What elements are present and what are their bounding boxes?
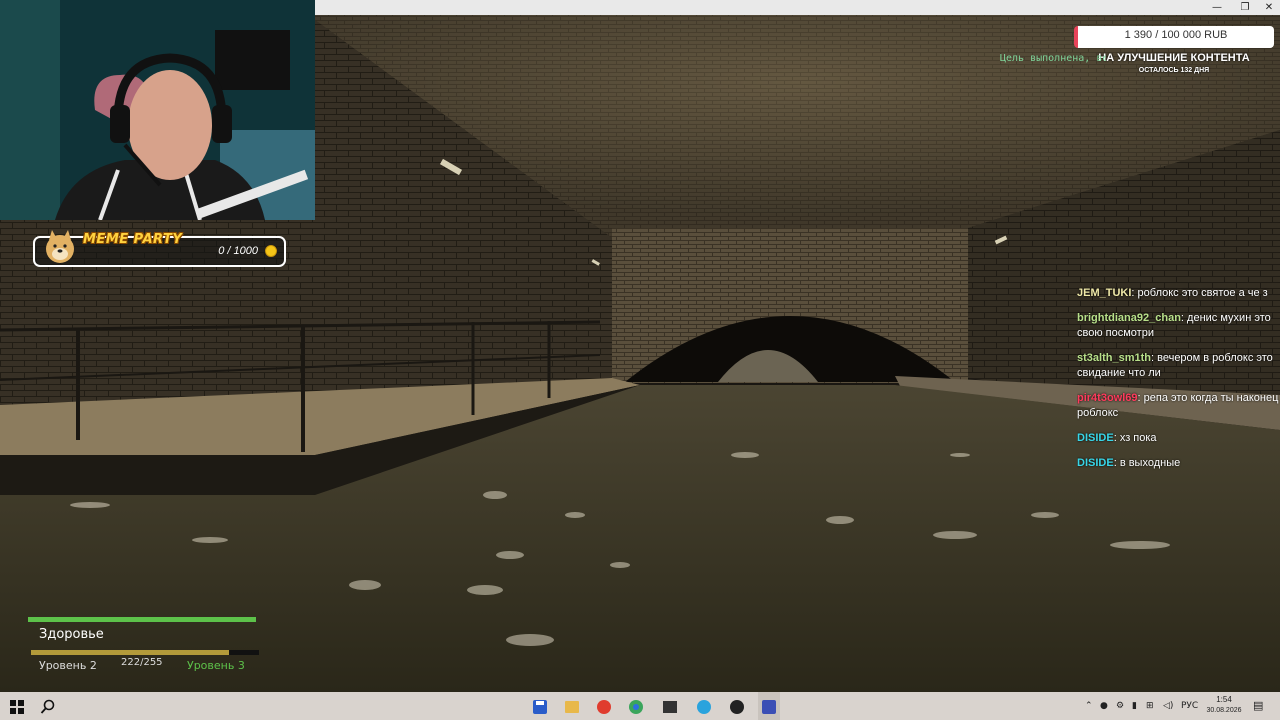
search-icon: [40, 699, 55, 714]
obs-icon: [730, 699, 744, 714]
next-level: Уровень 3: [187, 659, 245, 672]
chat-nick[interactable]: st3alth_sm1th: [1077, 352, 1151, 364]
windows-taskbar: ⌃ ● ⚙ ▮ ⊞ ◁) РУС 1:54 30.08.2026 ▤: [0, 692, 1280, 720]
chat-nick[interactable]: brightdiana92_chan: [1077, 312, 1181, 324]
chat-message: DISIDE: хз пока: [1077, 431, 1280, 446]
donation-amount: 1 390 / 100 000 RUB: [1124, 29, 1228, 41]
windows-icon: [10, 699, 24, 714]
chat-nick[interactable]: DISIDE: [1077, 432, 1114, 444]
coin-icon: [265, 245, 277, 257]
taskbar-app-yandex[interactable]: [594, 692, 614, 720]
stream-chat: JEM_TUKI: роблокс это святое а че з brigh…: [1077, 286, 1280, 500]
taskbar-app-save[interactable]: [530, 692, 550, 720]
chat-message: JEM_TUKI: роблокс это святое а че з: [1077, 286, 1280, 301]
chat-nick[interactable]: DISIDE: [1077, 457, 1114, 469]
app-icon: [762, 699, 776, 714]
player-hud: Здоровье Уровень 2 222/255 Уровень 3: [28, 617, 260, 677]
donation-remaining: ОСТАЛОСЬ 132 ДНЯ: [1138, 67, 1210, 74]
chat-message: pir4t3owl69: репа это когда ты наконец р…: [1077, 391, 1280, 421]
chat-nick[interactable]: JEM_TUKI: [1077, 287, 1131, 299]
taskbar-app-telegram[interactable]: [694, 692, 714, 720]
start-button[interactable]: [6, 692, 28, 720]
window-titlebar: — ❐ ✕: [315, 0, 1280, 15]
search-button[interactable]: [36, 692, 60, 720]
xp-bar-fill: [31, 650, 230, 655]
mic-icon[interactable]: ▮: [1132, 692, 1137, 720]
taskbar-app-active[interactable]: [758, 692, 780, 720]
chat-nick[interactable]: pir4t3owl69: [1077, 392, 1138, 404]
tray-icon-1[interactable]: ●: [1100, 692, 1108, 720]
tray-icon-2[interactable]: ⚙: [1116, 692, 1124, 720]
chat-message: st3alth_sm1th: вечером в роблокс это сви…: [1077, 351, 1280, 381]
xp-text: 222/255: [121, 657, 163, 668]
yandex-icon: [597, 699, 611, 714]
taskbar-app-media[interactable]: [660, 692, 680, 720]
webcam-image: [0, 0, 315, 220]
taskbar-app-explorer[interactable]: [562, 692, 582, 720]
chrome-icon: [629, 699, 643, 714]
chevron-up-icon[interactable]: ⌃: [1085, 692, 1093, 720]
clock-date[interactable]: 30.08.2026: [1200, 707, 1248, 714]
chat-text: роблокс это святое а че з: [1137, 287, 1268, 299]
doge-icon: [46, 230, 74, 263]
meme-party-value: 0 / 1000: [218, 245, 258, 257]
folder-icon: [565, 700, 579, 713]
chat-text: в выходные: [1119, 457, 1181, 469]
network-icon[interactable]: ⊞: [1146, 692, 1154, 720]
clock-time[interactable]: 1:54: [1207, 695, 1241, 704]
chat-text: хз пока: [1119, 432, 1157, 444]
meme-party-title: MEME PARTY: [83, 232, 183, 247]
notification-icon[interactable]: ▤: [1253, 692, 1263, 720]
chat-message: brightdiana92_chan: денис мухин это свою…: [1077, 311, 1280, 341]
health-bar-fill: [28, 617, 256, 622]
taskbar-app-chrome[interactable]: [626, 692, 646, 720]
telegram-icon: [697, 699, 711, 714]
donation-goal-bar: 1 390 / 100 000 RUB: [1074, 26, 1274, 48]
health-bar: [28, 617, 256, 622]
volume-icon[interactable]: ◁): [1163, 692, 1173, 720]
taskbar-app-obs[interactable]: [727, 692, 747, 720]
minimize-button[interactable]: —: [1203, 0, 1231, 15]
floppy-icon: [533, 699, 547, 714]
meme-party-widget: MEME PARTY 0 / 1000: [33, 230, 286, 267]
chat-message: DISIDE: в выходные: [1077, 456, 1280, 471]
webcam-overlay: [0, 0, 315, 220]
objective-text: Цель выполнена, вер: [1000, 53, 1106, 64]
language-indicator[interactable]: РУС: [1181, 692, 1198, 720]
health-label: Здоровье: [39, 627, 104, 642]
current-level: Уровень 2: [39, 659, 97, 672]
xp-bar: [31, 650, 259, 655]
media-icon: [663, 700, 677, 713]
close-button[interactable]: ✕: [1255, 0, 1280, 15]
